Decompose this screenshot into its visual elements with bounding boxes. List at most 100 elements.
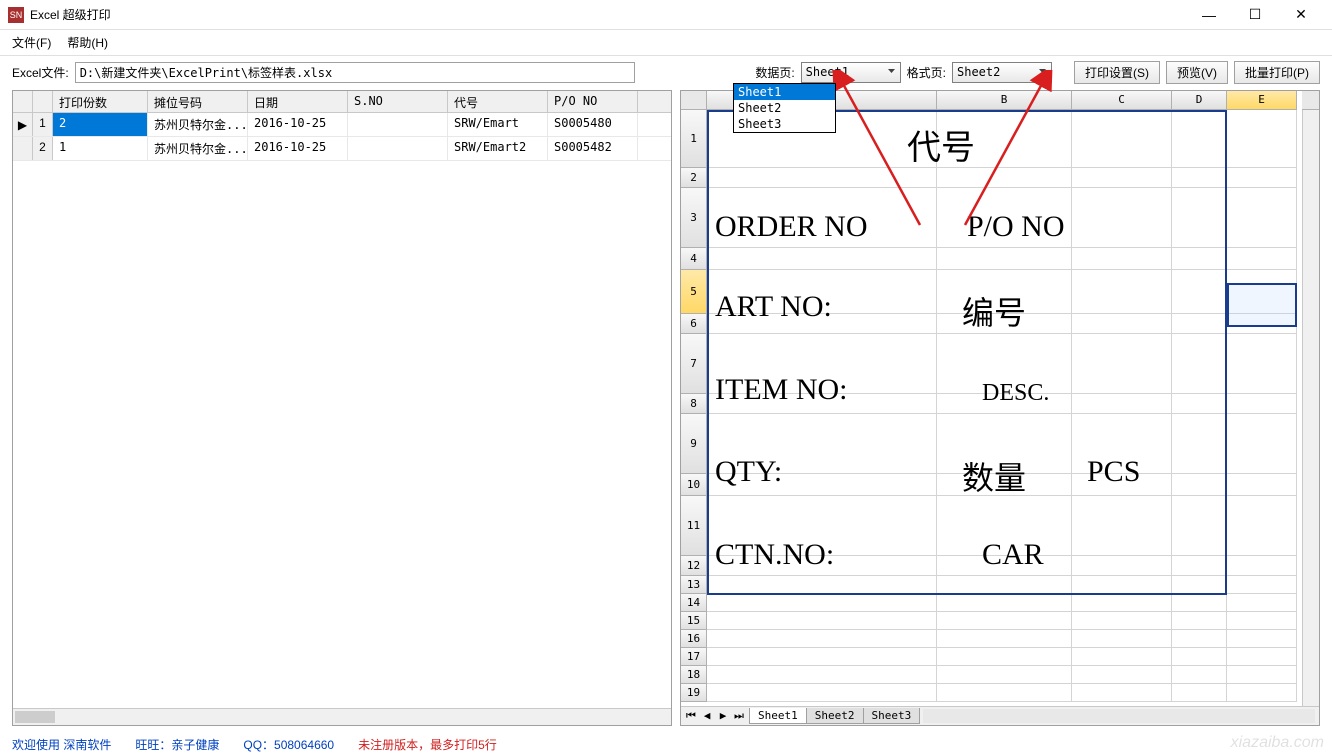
format-sheet-label: 格式页: [907, 64, 946, 81]
dropdown-item[interactable]: Sheet2 [734, 100, 835, 116]
row-header[interactable]: 16 [681, 630, 707, 648]
toolbar: Excel文件: 数据页: Sheet1 格式页: Sheet2 打印设置(S)… [0, 56, 1332, 88]
row-header[interactable]: 1 [681, 110, 707, 168]
status-qq: QQ：508064660 [243, 736, 334, 753]
row-header[interactable]: 11 [681, 496, 707, 556]
template-cell: P/O NO [967, 210, 1065, 244]
print-settings-button[interactable]: 打印设置(S) [1074, 61, 1160, 84]
template-cell: 编号 [962, 288, 1026, 334]
row-header[interactable]: 5 [681, 270, 707, 314]
grid-cell[interactable]: 苏州贝特尔金... [148, 113, 248, 136]
grid-cell[interactable]: SRW/Emart2 [448, 137, 548, 160]
sheet-tab[interactable]: Sheet2 [806, 708, 864, 724]
row-header[interactable]: 19 [681, 684, 707, 702]
grid-cell[interactable]: S0005482 [548, 137, 638, 160]
file-path-input[interactable] [75, 62, 635, 83]
grid-cell[interactable]: 苏州贝特尔金... [148, 137, 248, 160]
template-cell: CTN.NO: [715, 538, 834, 572]
tab-next-icon[interactable]: ▶ [715, 709, 731, 723]
table-row[interactable]: 2 1 苏州贝特尔金... 2016-10-25 SRW/Emart2 S000… [13, 137, 671, 161]
col-header[interactable]: S.NO [348, 91, 448, 112]
status-welcome: 欢迎使用 深南软件 [12, 736, 111, 753]
template-cell: DESC. [982, 380, 1049, 407]
data-sheet-value: Sheet1 [806, 65, 849, 79]
row-indicator-icon: ▶ [13, 113, 33, 136]
template-cell: ITEM NO: [715, 373, 847, 407]
col-header[interactable]: P/O NO [548, 91, 638, 112]
sheet-preview: A B C D E 12345678910111213141516171819 … [680, 90, 1320, 726]
row-header[interactable]: 15 [681, 612, 707, 630]
row-header[interactable]: 3 [681, 188, 707, 248]
row-header[interactable]: 14 [681, 594, 707, 612]
template-cell: CAR [982, 538, 1044, 572]
row-header[interactable]: 6 [681, 314, 707, 334]
chevron-down-icon [1037, 66, 1048, 80]
row-header[interactable]: 13 [681, 576, 707, 594]
col-header[interactable]: 代号 [448, 91, 548, 112]
col-header[interactable]: 摊位号码 [148, 91, 248, 112]
tab-last-icon[interactable]: ⏭ [731, 709, 747, 723]
preview-button[interactable]: 预览(V) [1166, 61, 1228, 84]
menu-help[interactable]: 帮助(H) [59, 30, 116, 55]
row-header[interactable]: 17 [681, 648, 707, 666]
grid-cell[interactable]: 1 [53, 137, 148, 160]
template-title: 代号 [907, 120, 975, 169]
data-grid: 打印份数 摊位号码 日期 S.NO 代号 P/O NO ▶ 1 2 苏州贝特尔金… [12, 90, 672, 726]
template-cell: QTY: [715, 455, 782, 489]
col-header-e[interactable]: E [1227, 91, 1297, 110]
row-header[interactable]: 18 [681, 666, 707, 684]
maximize-button[interactable]: ☐ [1232, 0, 1278, 30]
col-header-b[interactable]: B [937, 91, 1072, 110]
status-wangwang: 旺旺：亲子健康 [135, 736, 219, 753]
format-sheet-value: Sheet2 [957, 65, 1000, 79]
close-button[interactable]: ✕ [1278, 0, 1324, 30]
vertical-scrollbar[interactable] [1302, 110, 1319, 706]
row-header[interactable]: 7 [681, 334, 707, 394]
file-label: Excel文件: [12, 64, 69, 81]
col-header-c[interactable]: C [1072, 91, 1172, 110]
sheet-tab[interactable]: Sheet1 [749, 708, 807, 724]
horizontal-scrollbar[interactable] [13, 708, 671, 725]
row-header[interactable]: 10 [681, 474, 707, 496]
select-all-corner[interactable] [681, 91, 707, 110]
row-header[interactable]: 4 [681, 248, 707, 270]
row-header[interactable]: 2 [681, 168, 707, 188]
grid-cell[interactable]: 2016-10-25 [248, 113, 348, 136]
row-header[interactable]: 8 [681, 394, 707, 414]
grid-cell[interactable] [348, 137, 448, 160]
row-header[interactable]: 12 [681, 556, 707, 576]
col-header[interactable]: 打印份数 [53, 91, 148, 112]
menubar: 文件(F) 帮助(H) [0, 30, 1332, 56]
tab-first-icon[interactable]: ⏮ [683, 709, 699, 723]
col-header[interactable]: 日期 [248, 91, 348, 112]
col-header-d[interactable]: D [1172, 91, 1227, 110]
window-title: Excel 超级打印 [30, 6, 111, 23]
dropdown-item[interactable]: Sheet3 [734, 116, 835, 132]
app-icon: SN [8, 7, 24, 23]
titlebar: SN Excel 超级打印 — ☐ ✕ [0, 0, 1332, 30]
watermark: xiazaiba.com [1231, 734, 1324, 752]
batch-print-button[interactable]: 批量打印(P) [1234, 61, 1320, 84]
grid-cell[interactable]: 2 [53, 113, 148, 136]
chevron-down-icon [886, 66, 897, 80]
table-row[interactable]: ▶ 1 2 苏州贝特尔金... 2016-10-25 SRW/Emart S00… [13, 113, 671, 137]
template-cell: 数量 [962, 453, 1026, 499]
grid-cell[interactable] [348, 113, 448, 136]
grid-cell[interactable]: S0005480 [548, 113, 638, 136]
template-cell: ORDER NO [715, 210, 868, 244]
grid-cell[interactable]: 2016-10-25 [248, 137, 348, 160]
data-sheet-combo[interactable]: Sheet1 [801, 62, 901, 83]
sheet-tab[interactable]: Sheet3 [863, 708, 921, 724]
minimize-button[interactable]: — [1186, 0, 1232, 30]
tab-scrollbar[interactable] [923, 709, 1315, 723]
dropdown-item[interactable]: Sheet1 [734, 84, 835, 100]
tab-prev-icon[interactable]: ◀ [699, 709, 715, 723]
format-sheet-combo[interactable]: Sheet2 [952, 62, 1052, 83]
template-cell: PCS [1087, 455, 1140, 489]
menu-file[interactable]: 文件(F) [4, 30, 59, 55]
grid-cell[interactable]: SRW/Emart [448, 113, 548, 136]
row-header[interactable]: 9 [681, 414, 707, 474]
data-sheet-label: 数据页: [755, 64, 794, 81]
template-cell: ART NO: [715, 290, 832, 324]
statusbar: 欢迎使用 深南软件 旺旺：亲子健康 QQ：508064660 未注册版本，最多打… [0, 732, 1332, 756]
